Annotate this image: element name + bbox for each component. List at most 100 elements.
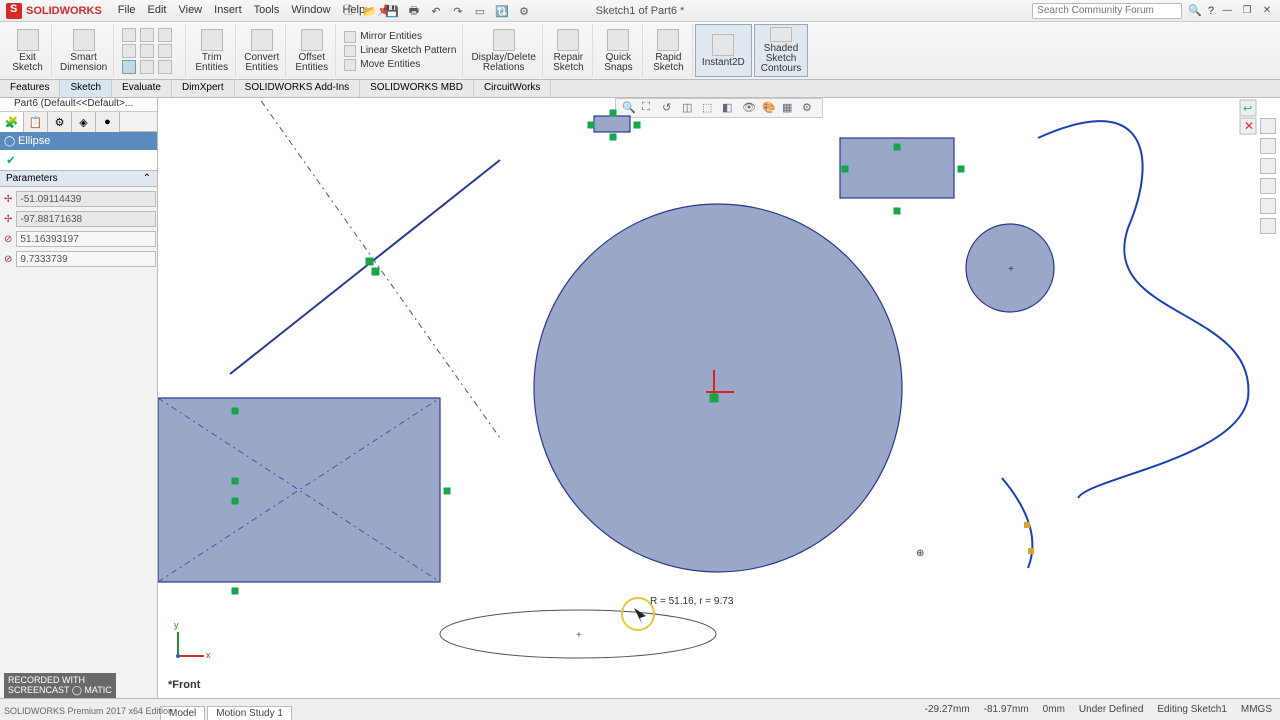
param-r1-icon: ⊘ bbox=[4, 232, 12, 246]
pm-tab-config-icon[interactable]: ⚙ bbox=[48, 112, 72, 132]
pm-ok-icon[interactable]: ✔ bbox=[6, 153, 20, 167]
search-input[interactable] bbox=[1032, 3, 1182, 19]
app-logo: SOLIDWORKS bbox=[0, 3, 108, 19]
sketch-spline[interactable] bbox=[1038, 121, 1248, 498]
param-center-y[interactable] bbox=[16, 211, 156, 227]
pm-tab-property-icon[interactable]: 📋 bbox=[24, 112, 48, 132]
ellipse-tool-icon[interactable] bbox=[122, 60, 136, 74]
menu-view[interactable]: View bbox=[178, 4, 202, 17]
confirmation-corner: ↩ ✕ bbox=[1240, 100, 1256, 134]
tab-mbd[interactable]: SOLIDWORKS MBD bbox=[360, 80, 474, 97]
edition-label: SOLIDWORKS Premium 2017 x64 Edition bbox=[4, 706, 173, 716]
svg-text:x: x bbox=[206, 650, 211, 660]
ribbon: Exit Sketch Smart Dimension Trim Entitie… bbox=[0, 22, 1280, 80]
menu-edit[interactable]: Edit bbox=[148, 4, 167, 17]
qat-options-icon[interactable]: ⚙ bbox=[516, 3, 532, 19]
app-name: SOLIDWORKS bbox=[26, 5, 102, 17]
pattern-group: Mirror Entities Linear Sketch Pattern Mo… bbox=[338, 24, 463, 77]
help-icon[interactable]: ? bbox=[1208, 5, 1214, 17]
mirror-entities-button[interactable]: Mirror Entities bbox=[344, 31, 456, 43]
close-icon[interactable]: ✕ bbox=[1260, 4, 1274, 18]
sketch-canvas[interactable]: + ⊕ + R = 51.16, r = 9.73 bbox=[158, 98, 1280, 698]
rapid-sketch-button[interactable]: Rapid Sketch bbox=[645, 24, 693, 77]
arc-tool-icon[interactable] bbox=[158, 28, 172, 42]
pm-tab-display-icon[interactable]: ◈ bbox=[72, 112, 96, 132]
tab-addins[interactable]: SOLIDWORKS Add-Ins bbox=[235, 80, 360, 97]
qat-select-icon[interactable]: ▭ bbox=[472, 3, 488, 19]
sketch-line-1[interactable] bbox=[230, 160, 500, 374]
qat-redo-icon[interactable]: ↷ bbox=[450, 3, 466, 19]
circle-tool-icon[interactable] bbox=[140, 28, 154, 42]
fillet-tool-icon[interactable] bbox=[140, 60, 154, 74]
move-entities-button[interactable]: Move Entities bbox=[344, 59, 456, 71]
param-center-x[interactable] bbox=[16, 191, 156, 207]
svg-text:+: + bbox=[1008, 264, 1014, 275]
svg-text:y: y bbox=[174, 620, 179, 630]
trim-entities-button[interactable]: Trim Entities bbox=[188, 24, 236, 77]
point-tool-icon[interactable] bbox=[158, 44, 172, 58]
arc-center-icon: ⊕ bbox=[916, 548, 924, 559]
logo-mark-icon bbox=[6, 3, 22, 19]
qat-undo-icon[interactable]: ↶ bbox=[428, 3, 444, 19]
sketch-big-circle[interactable] bbox=[534, 204, 902, 572]
param-radius-minor[interactable] bbox=[16, 251, 156, 267]
rect-tool-icon[interactable] bbox=[122, 44, 136, 58]
tab-sketch[interactable]: Sketch bbox=[60, 80, 112, 97]
qat-print-icon[interactable]: 🖶 bbox=[406, 3, 422, 19]
exit-sketch-button[interactable]: Exit Sketch bbox=[4, 24, 52, 77]
feature-tree-root[interactable]: Part6 (Default<<Default>... bbox=[14, 98, 133, 109]
quick-snaps-button[interactable]: Quick Snaps bbox=[595, 24, 643, 77]
status-mode: Editing Sketch1 bbox=[1157, 704, 1227, 715]
minimize-icon[interactable]: — bbox=[1220, 4, 1234, 18]
qat-new-icon[interactable]: 🗋 bbox=[340, 3, 356, 19]
status-z: 0mm bbox=[1043, 704, 1065, 715]
restore-icon[interactable]: ❐ bbox=[1240, 4, 1254, 18]
sketch-entities-group bbox=[116, 24, 186, 77]
cursor-icon bbox=[634, 608, 646, 624]
status-bar: SOLIDWORKS Premium 2017 x64 Edition Mode… bbox=[0, 698, 1280, 720]
menu-file[interactable]: File bbox=[118, 4, 136, 17]
search-icon[interactable]: 🔍 bbox=[1188, 4, 1202, 17]
tab-features[interactable]: Features bbox=[0, 80, 60, 97]
instant2d-button[interactable]: Instant2D bbox=[695, 24, 752, 77]
menu-window[interactable]: Window bbox=[291, 4, 330, 17]
pm-title: Ellipse bbox=[0, 132, 157, 150]
smart-dimension-button[interactable]: Smart Dimension bbox=[54, 24, 114, 77]
cancel-sketch-icon[interactable]: ✕ bbox=[1244, 119, 1254, 133]
tab-motion-study[interactable]: Motion Study 1 bbox=[207, 706, 292, 720]
param-cx-icon: ✢ bbox=[4, 192, 12, 206]
tab-circuitworks[interactable]: CircuitWorks bbox=[474, 80, 551, 97]
pm-tab-feature-icon[interactable]: 🧩 bbox=[0, 112, 24, 132]
text-tool-icon[interactable] bbox=[158, 60, 172, 74]
pm-collapse-icon[interactable]: ⌃ bbox=[143, 173, 151, 184]
status-defined: Under Defined bbox=[1079, 704, 1143, 715]
qat-rebuild-icon[interactable]: 🔃 bbox=[494, 3, 510, 19]
svg-text:↩: ↩ bbox=[1243, 103, 1252, 115]
linear-pattern-button[interactable]: Linear Sketch Pattern bbox=[344, 45, 456, 57]
param-r2-icon: ⊘ bbox=[4, 252, 12, 266]
status-y: -81.97mm bbox=[984, 704, 1029, 715]
tab-evaluate[interactable]: Evaluate bbox=[112, 80, 172, 97]
offset-entities-button[interactable]: Offset Entities bbox=[288, 24, 336, 77]
graphics-area[interactable]: 🔍 ⛶ ↺ ◫ ⬚ ◧ 👁 🎨 ▦ ⚙ bbox=[158, 98, 1280, 698]
ellipse-tooltip: R = 51.16, r = 9.73 bbox=[650, 596, 734, 607]
menu-tools[interactable]: Tools bbox=[254, 4, 280, 17]
line-tool-icon[interactable] bbox=[122, 28, 136, 42]
display-relations-button[interactable]: Display/Delete Relations bbox=[465, 24, 542, 77]
qat-open-icon[interactable]: 📂 bbox=[362, 3, 378, 19]
pm-tab-appearance-icon[interactable]: ● bbox=[96, 112, 120, 132]
param-radius-major[interactable] bbox=[16, 231, 156, 247]
repair-sketch-button[interactable]: Repair Sketch bbox=[545, 24, 593, 77]
command-manager-tabs: Features Sketch Evaluate DimXpert SOLIDW… bbox=[0, 80, 1280, 98]
spline-tool-icon[interactable] bbox=[140, 44, 154, 58]
view-triad-icon: y x bbox=[174, 620, 211, 660]
convert-entities-button[interactable]: Convert Entities bbox=[238, 24, 286, 77]
view-name: *Front bbox=[168, 679, 201, 691]
status-x: -29.27mm bbox=[925, 704, 970, 715]
qat-save-icon[interactable]: 💾 bbox=[384, 3, 400, 19]
shaded-contours-button[interactable]: Shaded Sketch Contours bbox=[754, 24, 809, 77]
document-title: Sketch1 of Part6 * bbox=[596, 5, 685, 17]
tab-dimxpert[interactable]: DimXpert bbox=[172, 80, 235, 97]
menu-insert[interactable]: Insert bbox=[214, 4, 242, 17]
sketch-small-rect[interactable] bbox=[594, 116, 630, 132]
